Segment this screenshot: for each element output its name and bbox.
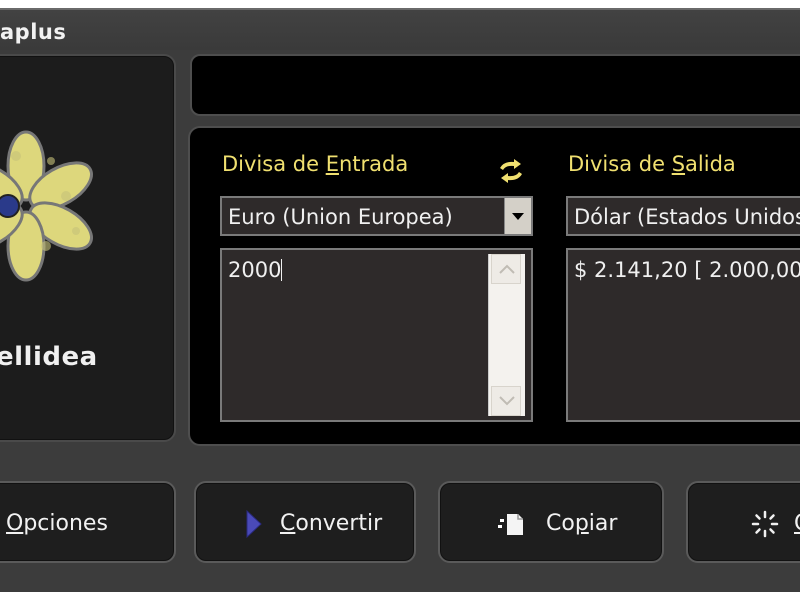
input-currency-select[interactable]: Euro (Union Europea) bbox=[220, 196, 533, 236]
sparkle-icon bbox=[751, 510, 779, 538]
amount-scrollbar[interactable] bbox=[488, 254, 525, 416]
input-currency-value: Euro (Union Europea) bbox=[228, 205, 453, 229]
result-output[interactable]: $ 2.141,20 [ 2.000,00 ] bbox=[566, 248, 800, 422]
logo-wordmark: ellidea bbox=[0, 342, 98, 372]
convert-button[interactable]: Convertir bbox=[194, 481, 416, 563]
amount-input[interactable]: 2000 bbox=[220, 248, 533, 422]
play-arrow-icon bbox=[246, 509, 262, 539]
copy-button-label: Copiar bbox=[546, 511, 618, 536]
scroll-down-icon[interactable] bbox=[491, 386, 521, 416]
convert-button-label: Convertir bbox=[280, 511, 383, 536]
status-display bbox=[190, 54, 800, 116]
flower-logo-icon bbox=[0, 130, 93, 282]
clear-button-label: C bbox=[794, 511, 800, 536]
input-currency-label: Divisa de Entrada bbox=[222, 152, 409, 176]
output-currency-value: Dólar (Estados Unidos) bbox=[574, 205, 800, 229]
chevron-down-icon[interactable] bbox=[504, 198, 531, 234]
title-bar[interactable]: aplus bbox=[0, 10, 800, 50]
logo-panel: ellidea bbox=[0, 54, 176, 442]
window-title: aplus bbox=[0, 20, 67, 44]
output-currency-label: Divisa de Salida bbox=[568, 152, 736, 176]
copy-button[interactable]: Copiar bbox=[438, 481, 664, 563]
options-button[interactable]: Opciones bbox=[0, 481, 176, 563]
app-window: aplus ellidea Divisa de Entrada Divisa d… bbox=[0, 8, 800, 592]
output-currency-select[interactable]: Dólar (Estados Unidos) bbox=[566, 196, 800, 236]
result-value: $ 2.141,20 [ 2.000,00 ] bbox=[574, 258, 800, 282]
copy-document-icon bbox=[498, 514, 523, 535]
clear-button[interactable]: C bbox=[686, 481, 800, 563]
options-button-label: Opciones bbox=[6, 511, 108, 536]
scroll-up-icon[interactable] bbox=[491, 254, 521, 284]
text-caret bbox=[281, 259, 283, 281]
amount-value: 2000 bbox=[228, 258, 282, 282]
swap-currencies-icon[interactable] bbox=[494, 158, 528, 184]
